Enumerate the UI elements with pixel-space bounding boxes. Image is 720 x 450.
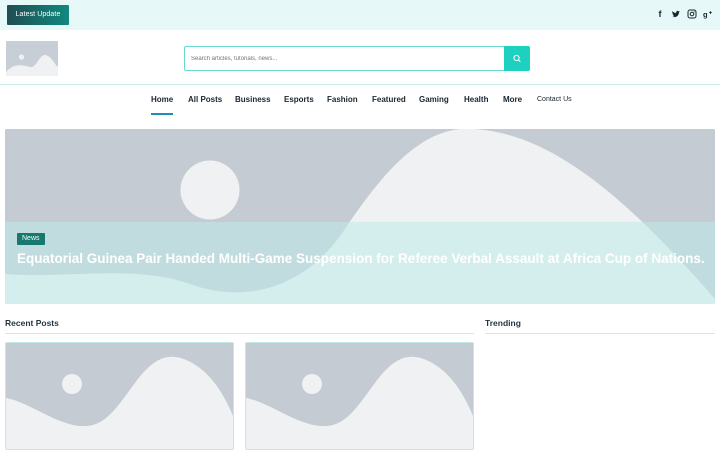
category-badge[interactable]: News [17,233,45,245]
svg-text:g: g [703,10,708,19]
post-image-placeholder [6,343,233,449]
nav-item-business[interactable]: Business [235,95,271,104]
recent-posts-heading: Recent Posts [5,318,474,334]
social-links: f g [655,8,713,20]
nav-item-all-posts[interactable]: All Posts [188,95,222,104]
nav-item-home[interactable]: Home [151,95,173,104]
nav-item-more[interactable]: More [503,95,522,104]
nav-item-contact-us[interactable]: Contact Us [537,96,572,103]
recent-posts-title: Recent Posts [5,318,59,328]
trending-heading: Trending [485,318,715,334]
nav-item-fashion[interactable]: Fashion [327,95,358,104]
search-input[interactable] [191,47,501,70]
active-nav-indicator [151,113,173,115]
google-plus-icon[interactable]: g [703,8,713,20]
featured-title[interactable]: Equatorial Guinea Pair Handed Multi-Game… [17,250,707,268]
search-button[interactable] [504,46,530,71]
trending-title: Trending [485,318,521,328]
main-nav: Home All Posts Business Esports Fashion … [0,86,720,118]
post-image-placeholder [246,343,473,449]
nav-item-featured[interactable]: Featured [372,95,406,104]
site-header [0,30,720,85]
nav-item-gaming[interactable]: Gaming [419,95,449,104]
nav-item-esports[interactable]: Esports [284,95,314,104]
instagram-icon[interactable] [687,8,697,20]
top-bar: Latest Update f g [0,0,720,30]
twitter-icon[interactable] [671,8,681,20]
site-logo[interactable] [6,41,58,76]
facebook-icon[interactable]: f [655,8,665,20]
latest-update-button[interactable]: Latest Update [7,5,69,25]
post-card[interactable] [245,342,474,450]
search-icon [513,54,521,63]
post-card[interactable] [5,342,234,450]
featured-post[interactable]: News Equatorial Guinea Pair Handed Multi… [5,129,715,304]
nav-item-health[interactable]: Health [464,95,488,104]
search-bar [184,46,530,71]
